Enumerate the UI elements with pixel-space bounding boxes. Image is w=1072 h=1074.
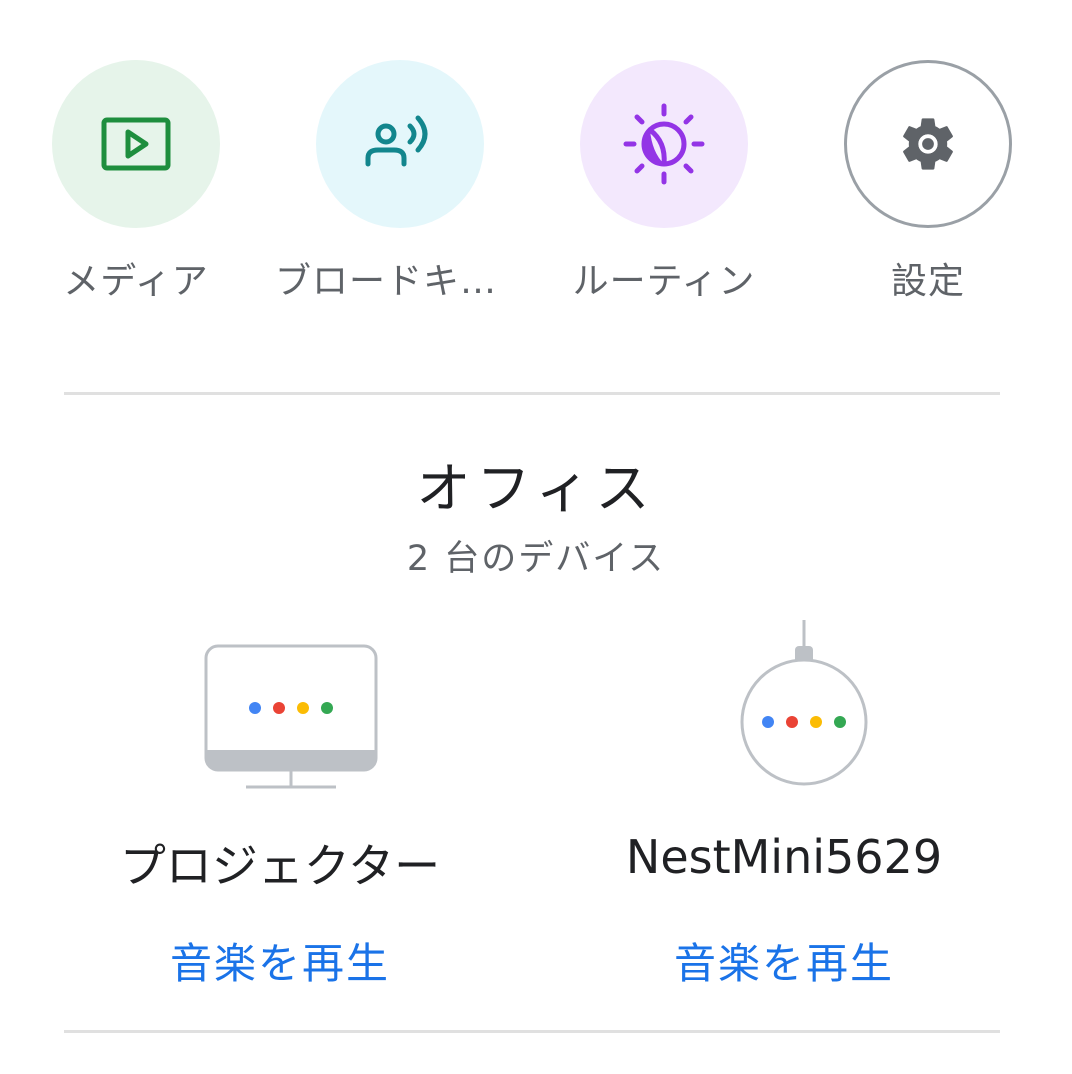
room-device-count: 2 台のデバイス	[406, 539, 666, 579]
display-device-image	[180, 610, 380, 800]
google-dot-yellow	[810, 716, 822, 728]
home-room-page: メディア ブロードキャ... ルーティン 設定 オフィス 2 台のデバイス プロ…	[0, 0, 1072, 1074]
play-music-link-nestmini[interactable]: 音楽を再生	[564, 930, 1004, 991]
media-play-icon	[101, 117, 171, 171]
room-title: オフィス	[416, 457, 656, 520]
broadcast-action-button[interactable]: ブロードキャ...	[270, 60, 530, 310]
gear-icon	[903, 118, 953, 170]
speaker-device-image	[684, 610, 884, 800]
settings-action-label: 設定	[890, 261, 965, 302]
google-dot-red	[273, 702, 285, 714]
google-dot-yellow	[297, 702, 309, 714]
media-action-circle[interactable]	[52, 60, 220, 228]
broadcast-action-label: ブロードキャ...	[275, 261, 525, 302]
google-dot-blue	[762, 716, 774, 728]
google-dot-blue	[249, 702, 261, 714]
google-dot-red	[786, 716, 798, 728]
broadcast-icon	[365, 115, 428, 167]
routine-action-button[interactable]: ルーティン	[534, 60, 794, 310]
device-name-nestmini: NestMini5629	[625, 830, 943, 884]
routine-action-circle[interactable]	[580, 60, 748, 228]
settings-action-circle[interactable]	[844, 60, 1012, 228]
device-card-projector[interactable]: プロジェクター 音楽を再生	[60, 610, 500, 1000]
routine-sun-moon-icon	[623, 103, 705, 185]
media-action-button[interactable]: メディア	[6, 60, 266, 310]
media-action-label: メディア	[63, 261, 209, 302]
top-divider	[64, 392, 1000, 395]
quick-actions-row: メディア ブロードキャ... ルーティン 設定	[0, 0, 1072, 320]
device-name-projector: プロジェクター	[119, 839, 441, 893]
google-dot-green	[834, 716, 846, 728]
routine-action-label: ルーティン	[572, 261, 756, 302]
bottom-divider	[64, 1030, 1000, 1033]
broadcast-action-circle[interactable]	[316, 60, 484, 228]
device-card-nestmini[interactable]: NestMini5629 音楽を再生	[564, 610, 1004, 1000]
google-dot-green	[321, 702, 333, 714]
play-music-link-projector[interactable]: 音楽を再生	[60, 930, 500, 991]
settings-action-button[interactable]: 設定	[798, 60, 1058, 310]
